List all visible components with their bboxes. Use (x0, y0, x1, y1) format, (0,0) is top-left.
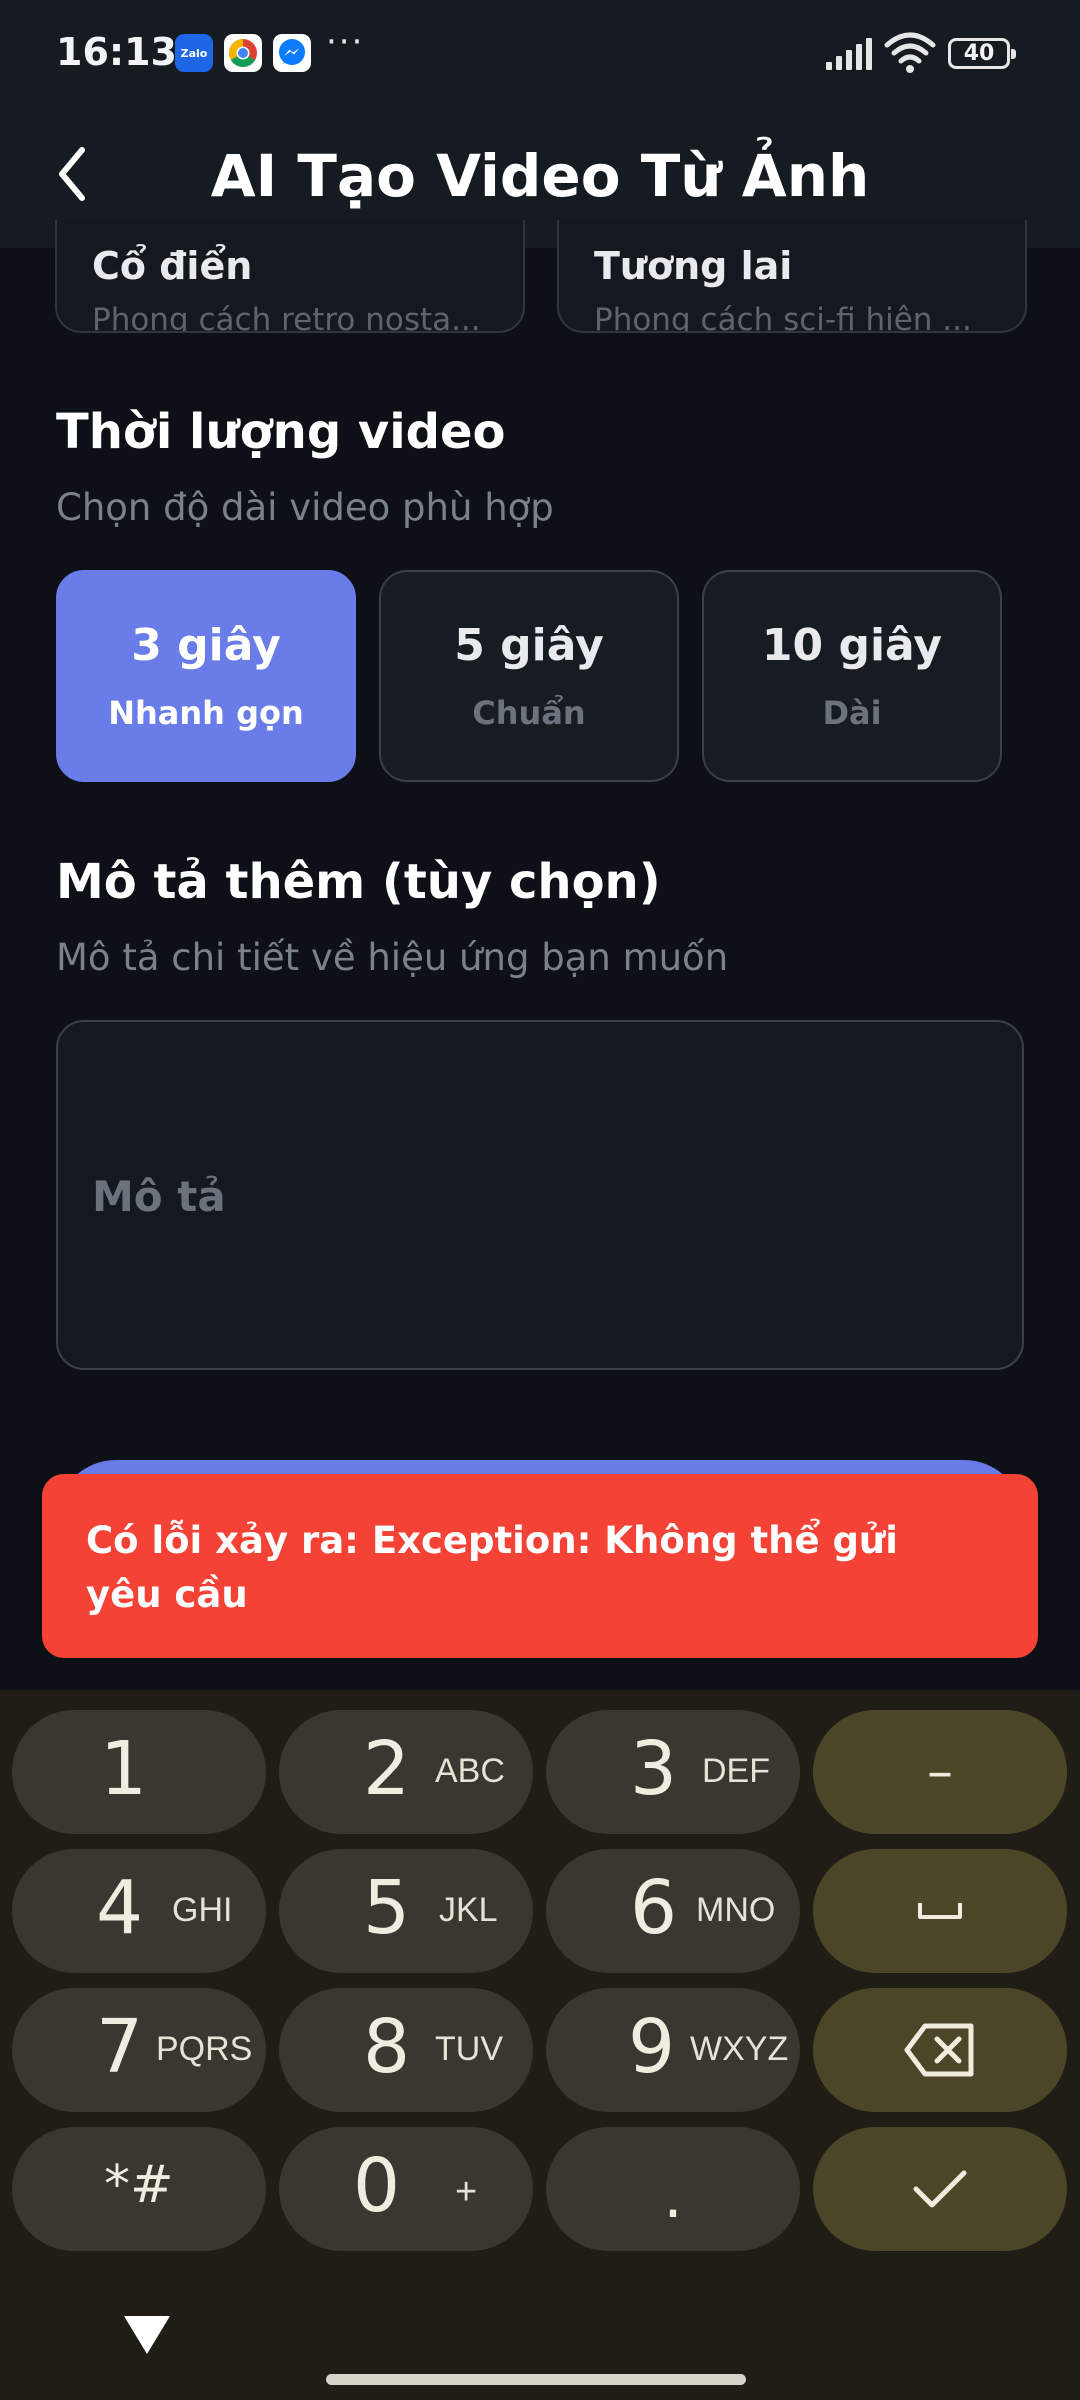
style-name: Cổ điển (92, 244, 253, 288)
key-5[interactable]: 5 JKL (279, 1849, 533, 1973)
key-3[interactable]: 3 DEF (546, 1710, 800, 1834)
space-key[interactable] (813, 1849, 1067, 1973)
key-digit: 6 (630, 1865, 678, 1951)
key-letters: PQRS (156, 2030, 253, 2068)
key-letters: + (455, 2171, 478, 2213)
key-digit: 8 (363, 2004, 411, 2090)
key-7[interactable]: 7 PQRS (12, 1988, 266, 2112)
duration-sublabel: Nhanh gọn (108, 694, 304, 732)
key-digit: 1 (100, 1726, 148, 1812)
status-bar: 16:13 Zalo ··· 40 (0, 0, 1080, 106)
key-digit: 4 (96, 1865, 144, 1951)
style-description: Phong cách sci-fi hiện ... (594, 302, 972, 333)
style-description: Phong cách retro nosta... (92, 302, 481, 333)
style-option-future[interactable]: Tương lai Phong cách sci-fi hiện ... (557, 220, 1027, 333)
duration-label: 5 giây (454, 620, 604, 671)
backspace-icon (904, 2023, 974, 2077)
home-indicator[interactable] (326, 2374, 746, 2385)
chrome-icon (224, 34, 262, 72)
check-icon (913, 2170, 967, 2208)
duration-sublabel: Chuẩn (472, 694, 586, 732)
key-4[interactable]: 4 GHI (12, 1849, 266, 1973)
key-letters: ABC (435, 1752, 505, 1790)
duration-sublabel: Dài (822, 694, 882, 732)
duration-option-3s[interactable]: 3 giây Nhanh gọn (56, 570, 356, 782)
key-digit: 7 (96, 2004, 144, 2090)
zalo-icon: Zalo (175, 34, 213, 72)
wifi-icon (884, 32, 936, 73)
duration-section-title: Thời lượng video (56, 404, 506, 460)
key-digit: 0 (353, 2143, 401, 2229)
minus-key[interactable]: – (813, 1710, 1067, 1834)
space-icon (918, 1903, 962, 1919)
key-letters: JKL (439, 1891, 498, 1929)
error-message: Có lỗi xảy ra: Exception: Không thể gửi … (86, 1519, 898, 1616)
collapse-keyboard-icon[interactable] (122, 2314, 172, 2356)
key-letters: MNO (696, 1891, 776, 1929)
duration-option-10s[interactable]: 10 giây Dài (702, 570, 1002, 782)
duration-section-subtitle: Chọn độ dài video phù hợp (56, 486, 554, 529)
style-option-classic[interactable]: Cổ điển Phong cách retro nosta... (55, 220, 525, 333)
duration-label: 10 giây (761, 620, 943, 671)
description-section-subtitle: Mô tả chi tiết về hiệu ứng bạn muốn (56, 936, 729, 979)
key-0[interactable]: 0 + (279, 2127, 533, 2251)
key-digit: 2 (363, 1726, 411, 1812)
key-digit: 3 (630, 1726, 678, 1812)
backspace-key[interactable] (813, 1988, 1067, 2112)
key-star-hash[interactable]: *# (12, 2127, 266, 2251)
description-input[interactable]: Mô tả (56, 1020, 1024, 1370)
messenger-icon (273, 34, 311, 72)
error-toast: Có lỗi xảy ra: Exception: Không thể gửi … (42, 1474, 1038, 1658)
key-letters: DEF (702, 1752, 770, 1790)
status-time: 16:13 (56, 30, 177, 74)
signal-icon (826, 38, 872, 70)
duration-option-5s[interactable]: 5 giây Chuẩn (379, 570, 679, 782)
key-letters: WXYZ (690, 2030, 789, 2068)
key-dot[interactable]: . (546, 2127, 800, 2251)
minus-symbol: – (927, 1742, 953, 1802)
page-title: AI Tạo Video Từ Ảnh (210, 142, 870, 210)
key-digit: 9 (628, 2004, 676, 2090)
key-2[interactable]: 2 ABC (279, 1710, 533, 1834)
description-placeholder: Mô tả (92, 1172, 226, 1221)
key-1[interactable]: 1 (12, 1710, 266, 1834)
key-9[interactable]: 9 WXYZ (546, 1988, 800, 2112)
key-digit: *# (104, 2155, 174, 2215)
key-letters: TUV (435, 2030, 503, 2068)
key-6[interactable]: 6 MNO (546, 1849, 800, 1973)
battery-level: 40 (963, 41, 995, 66)
style-name: Tương lai (594, 244, 793, 288)
duration-label: 3 giây (131, 620, 281, 671)
description-section-title: Mô tả thêm (tùy chọn) (56, 854, 661, 910)
key-digit: . (663, 2162, 683, 2232)
key-letters: GHI (172, 1891, 233, 1929)
done-key[interactable] (813, 2127, 1067, 2251)
key-digit: 5 (363, 1865, 411, 1951)
key-8[interactable]: 8 TUV (279, 1988, 533, 2112)
battery-icon: 40 (948, 38, 1016, 69)
more-notifications-icon: ··· (326, 22, 365, 62)
